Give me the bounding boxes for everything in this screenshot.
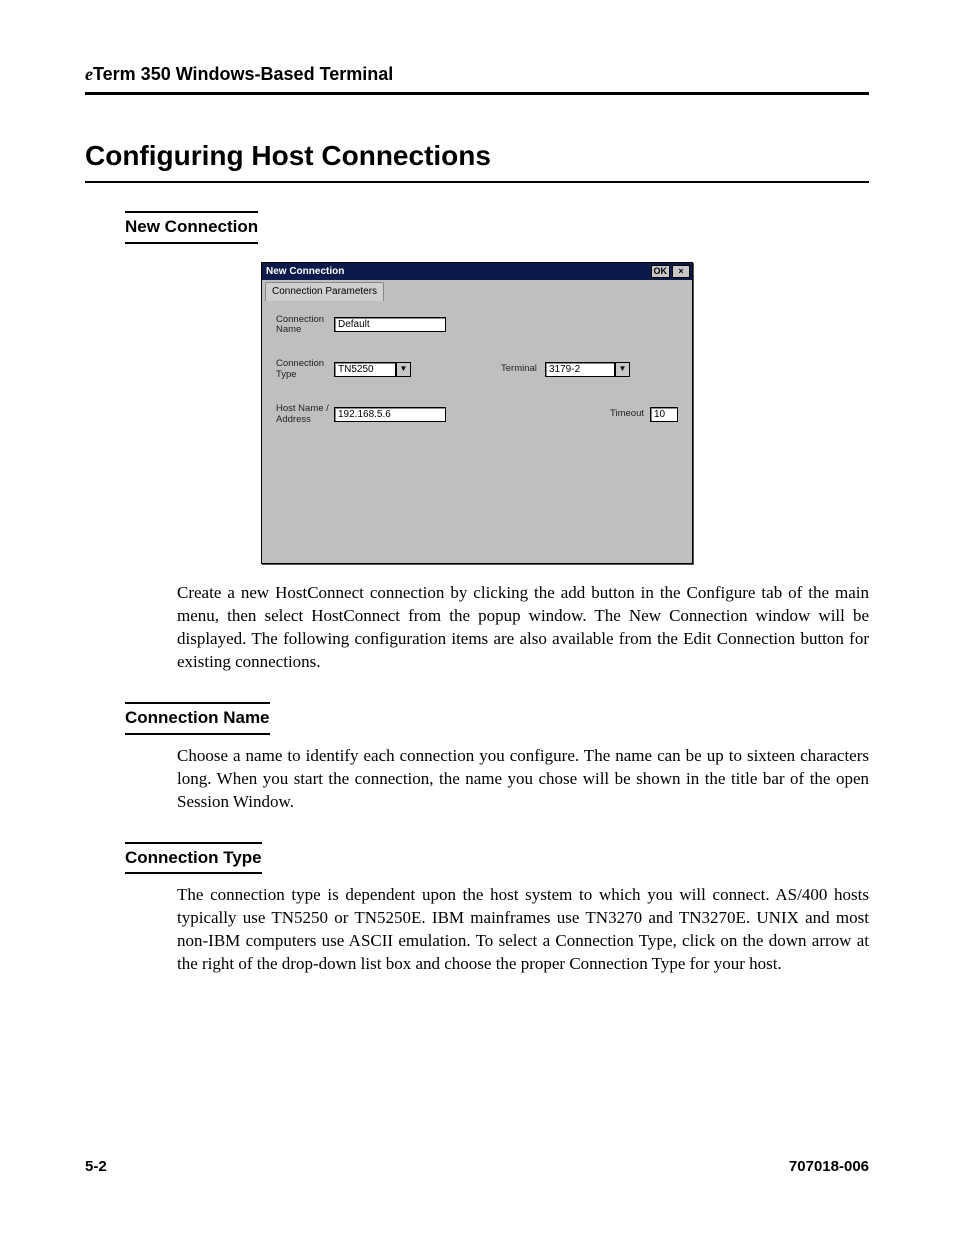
label-host: Host Name / Address [276, 404, 334, 425]
subheading-connection-name: Connection Name [125, 702, 270, 735]
paragraph-connection-name: Choose a name to identify each connectio… [177, 745, 869, 814]
page-number: 5-2 [85, 1157, 107, 1177]
label-terminal: Terminal [501, 363, 545, 376]
value-connection-type: TN5250 [334, 362, 396, 377]
input-connection-name[interactable]: Default [334, 317, 446, 332]
row-connection-type: Connection Type TN5250 ▼ Terminal 3179-2… [276, 359, 678, 380]
paragraph-new-connection: Create a new HostConnect connection by c… [177, 582, 869, 674]
row-host: Host Name / Address 192.168.5.6 Timeout … [276, 404, 678, 425]
header-title: Term 350 Windows-Based Terminal [93, 64, 393, 84]
dialog-title: New Connection [266, 265, 344, 279]
titlebar-buttons: OK × [651, 265, 691, 278]
ok-button[interactable]: OK [651, 265, 671, 278]
header-prefix: e [85, 64, 93, 84]
tab-row: Connection Parameters [265, 282, 692, 301]
input-host[interactable]: 192.168.5.6 [334, 407, 446, 422]
page-title: Configuring Host Connections [85, 137, 869, 183]
document-number: 707018-006 [789, 1157, 869, 1177]
page-footer: 5-2 707018-006 [85, 1157, 869, 1177]
running-header: eTerm 350 Windows-Based Terminal [85, 62, 869, 95]
subheading-connection-type: Connection Type [125, 842, 262, 875]
chevron-down-icon[interactable]: ▼ [615, 362, 630, 377]
chevron-down-icon[interactable]: ▼ [396, 362, 411, 377]
dropdown-connection-type[interactable]: TN5250 ▼ [334, 362, 411, 377]
row-connection-name: Connection Name Default [276, 315, 678, 336]
subheading-new-connection: New Connection [125, 211, 258, 244]
label-timeout: Timeout [600, 408, 650, 421]
section-new-connection: New Connection New Connection OK × Conne… [85, 211, 869, 674]
section-connection-name: Connection Name Choose a name to identif… [85, 702, 869, 814]
dialog-titlebar: New Connection OK × [262, 263, 692, 280]
tab-connection-parameters[interactable]: Connection Parameters [265, 282, 384, 301]
close-button[interactable]: × [672, 265, 690, 278]
label-connection-name: Connection Name [276, 315, 334, 336]
dialog-screenshot: New Connection OK × Connection Parameter… [85, 262, 869, 564]
value-terminal: 3179-2 [545, 362, 615, 377]
close-icon: × [678, 265, 683, 277]
dropdown-terminal[interactable]: 3179-2 ▼ [545, 362, 630, 377]
document-page: eTerm 350 Windows-Based Terminal Configu… [0, 0, 954, 1235]
input-timeout[interactable]: 10 [650, 407, 678, 422]
new-connection-dialog: New Connection OK × Connection Parameter… [261, 262, 693, 564]
paragraph-connection-type: The connection type is dependent upon th… [177, 884, 869, 976]
dialog-form: Connection Name Default Connection Type … [262, 301, 692, 464]
section-connection-type: Connection Type The connection type is d… [85, 842, 869, 977]
label-connection-type: Connection Type [276, 359, 334, 380]
